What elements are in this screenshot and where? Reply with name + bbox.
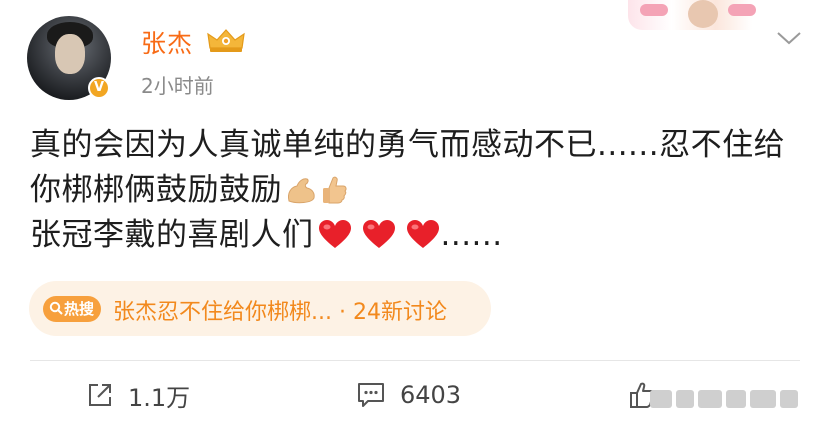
banner-sticker: [728, 4, 756, 16]
comment-icon: [358, 383, 384, 407]
divider: [30, 360, 800, 361]
content-text: 真的会因为人真诚单纯的勇气而感动不已......忍不住给: [30, 127, 786, 163]
content-text: 你梆梆俩鼓励鼓励: [30, 172, 282, 208]
red-heart-icon: [406, 220, 439, 248]
crown-badge-icon[interactable]: [206, 28, 246, 54]
share-icon: [89, 384, 111, 406]
comment-button[interactable]: 6403: [356, 378, 461, 412]
flexed-biceps-icon: [288, 178, 315, 204]
repost-count: 1.1万: [128, 383, 191, 412]
banner-avatar-sticker: [688, 0, 718, 28]
content-text: 张冠李戴的喜剧人们: [30, 217, 314, 253]
red-heart-icon: [318, 220, 351, 248]
blurred-like-label: [650, 386, 820, 412]
comment-count: 6403: [400, 381, 462, 409]
username[interactable]: 张杰: [141, 24, 193, 60]
content-line-1: 真的会因为人真诚单纯的勇气而感动不已......忍不住给: [30, 123, 810, 168]
hot-search-card[interactable]: 热搜 张杰忍不住给你梆梆... · 24新讨论: [29, 281, 491, 336]
avatar-face: [55, 34, 85, 74]
repost-button[interactable]: 1.1万: [86, 378, 190, 412]
search-icon: [49, 301, 63, 315]
verified-badge-icon: V: [88, 77, 110, 99]
decorative-banner: [628, 0, 774, 30]
content-line-2: 你梆梆俩鼓励鼓励: [30, 168, 810, 213]
banner-sticker: [640, 4, 668, 16]
chevron-down-icon[interactable]: [776, 30, 802, 46]
content-line-3: 张冠李戴的喜剧人们 ......: [30, 213, 810, 258]
post-content: 真的会因为人真诚单纯的勇气而感动不已......忍不住给 你梆梆俩鼓励鼓励 张冠…: [30, 123, 810, 258]
hot-search-text: 张杰忍不住给你梆梆... · 24新讨论: [113, 300, 447, 325]
content-ellipsis: ......: [440, 217, 503, 253]
thumbs-up-icon: [323, 176, 347, 204]
red-heart-icon: [362, 220, 395, 248]
post-timestamp: 2小时前: [141, 74, 214, 98]
hot-search-tag-label: 热搜: [63, 300, 94, 318]
